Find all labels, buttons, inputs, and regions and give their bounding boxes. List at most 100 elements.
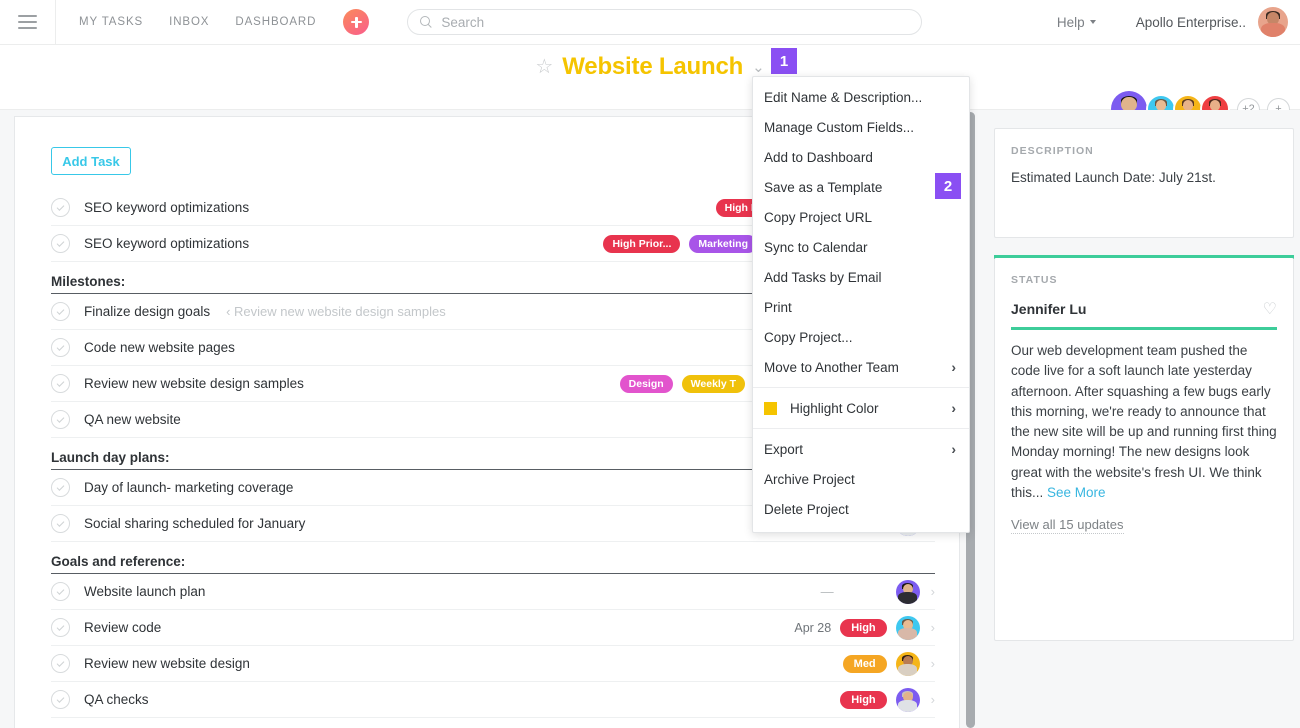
task-dependency[interactable]: ‹ Review new website design samples [226,304,446,319]
task-name[interactable]: Social sharing scheduled for January [84,516,305,531]
chevron-right-icon[interactable]: › [931,620,935,635]
chevron-right-icon: › [951,400,956,416]
status-body: Our web development team pushed the code… [1011,341,1277,503]
section-label: Milestones: [51,274,126,289]
menu-item-sync-to-calendar[interactable]: Sync to Calendar [753,232,969,262]
search-input[interactable]: Search [407,9,923,35]
avatar[interactable] [895,615,920,640]
top-right-group: Help Apollo Enterprise.. [1057,7,1300,37]
menu-item-add-tasks-by-email[interactable]: Add Tasks by Email [753,262,969,292]
status-body-text: Our web development team pushed the code… [1011,343,1277,500]
nav-inbox[interactable]: INBOX [156,10,222,34]
complete-task-checkbox[interactable] [51,478,70,497]
section-label: Goals and reference: [51,554,186,569]
priority-badge[interactable]: High [840,618,887,637]
task-name[interactable]: Day of launch- marketing coverage [84,480,293,495]
due-date[interactable]: Apr 28 [794,621,831,635]
menu-item-label: Move to Another Team [764,359,899,375]
avatar[interactable] [895,579,920,604]
top-navigation-bar: MY TASKS INBOX DASHBOARD Search Help Apo… [0,0,1300,45]
task-name[interactable]: Review code [84,620,161,635]
complete-task-checkbox[interactable] [51,302,70,321]
nav-dashboard[interactable]: DASHBOARD [222,10,329,34]
avatar[interactable] [895,651,920,676]
see-more-link[interactable]: See More [1047,485,1106,500]
task-name[interactable]: QA checks [84,692,149,707]
status-badge[interactable]: High Prior... [603,234,681,253]
menu-item-export[interactable]: Export › [753,434,969,464]
main-content: Add Task SEO keyword optimizations High … [0,110,1300,728]
menu-item-copy-project[interactable]: Copy Project... [753,322,969,352]
row-meta: Design Weekly T [619,374,745,393]
chevron-right-icon[interactable]: › [931,656,935,671]
task-name[interactable]: Website launch plan [84,584,205,599]
quick-add-button[interactable] [343,9,370,35]
table-row[interactable]: Website launch plan — › [51,574,935,610]
menu-item-archive-project[interactable]: Archive Project [753,464,969,494]
section-header[interactable]: Goals and reference: [51,542,935,574]
star-outline-icon[interactable]: ☆ [535,57,553,77]
avatar[interactable] [1258,7,1288,37]
chevron-right-icon[interactable]: › [931,692,935,707]
avatar[interactable] [895,687,920,712]
status-badge[interactable]: Marketing [689,234,757,253]
menu-item-label: Export [764,441,804,457]
complete-task-checkbox[interactable] [51,410,70,429]
page-title[interactable]: Website Launch [562,53,743,81]
task-name[interactable]: Finalize design goals [84,304,210,319]
help-menu[interactable]: Help [1057,15,1096,30]
organization-menu[interactable]: Apollo Enterprise.. [1136,15,1246,30]
complete-task-checkbox[interactable] [51,234,70,253]
table-row[interactable]: Review code Apr 28 High › [51,610,935,646]
menu-divider [753,428,969,429]
nav-my-tasks[interactable]: MY TASKS [66,10,156,34]
chevron-right-icon[interactable]: › [931,584,935,599]
hamburger-icon[interactable] [0,0,56,45]
menu-item-copy-project-url[interactable]: Copy Project URL [753,202,969,232]
complete-task-checkbox[interactable] [51,582,70,601]
task-name[interactable]: Code new website pages [84,340,235,355]
menu-item-manage-custom-fields[interactable]: Manage Custom Fields... [753,112,969,142]
table-row[interactable]: QA checks High › [51,682,935,718]
task-name[interactable]: QA new website [84,412,181,427]
menu-item-move-to-another-team[interactable]: Move to Another Team › [753,352,969,382]
task-name[interactable]: SEO keyword optimizations [84,200,249,215]
table-row[interactable]: Review new website design Med › [51,646,935,682]
complete-task-checkbox[interactable] [51,514,70,533]
priority-badge[interactable]: Med [842,654,887,673]
due-date[interactable]: — [821,584,835,599]
view-all-updates-link[interactable]: View all 15 updates [1011,517,1124,534]
description-card: DESCRIPTION Estimated Launch Date: July … [994,128,1294,238]
complete-task-checkbox[interactable] [51,338,70,357]
status-label: STATUS [1011,274,1058,286]
task-name[interactable]: Review new website design samples [84,376,304,391]
task-name[interactable]: Review new website design [84,656,250,671]
complete-task-checkbox[interactable] [51,618,70,637]
chevron-right-icon: › [951,441,956,457]
annotation-marker-2: 2 [935,173,961,199]
menu-item-add-to-dashboard[interactable]: Add to Dashboard [753,142,969,172]
project-menu-chevron-down-icon[interactable]: ⌄ [752,58,765,76]
menu-item-edit-name-description[interactable]: Edit Name & Description... [753,82,969,112]
search-placeholder: Search [441,14,485,30]
complete-task-checkbox[interactable] [51,198,70,217]
add-task-button[interactable]: Add Task [51,147,131,175]
search-icon [420,15,433,29]
row-meta: Apr 28 High › [794,615,935,640]
menu-item-print[interactable]: Print [753,292,969,322]
description-label: DESCRIPTION [1011,145,1094,157]
priority-badge[interactable]: High [840,690,887,709]
heart-outline-icon[interactable]: ♡ [1263,299,1277,319]
task-name[interactable]: SEO keyword optimizations [84,236,249,251]
status-badge[interactable]: Weekly T [681,374,745,393]
menu-item-delete-project[interactable]: Delete Project [753,494,969,524]
complete-task-checkbox[interactable] [51,654,70,673]
project-actions-menu: Edit Name & Description... Manage Custom… [752,76,970,533]
menu-item-highlight-color[interactable]: Highlight Color › [753,393,969,423]
complete-task-checkbox[interactable] [51,374,70,393]
complete-task-checkbox[interactable] [51,690,70,709]
section-label: Launch day plans: [51,450,170,465]
status-badge[interactable]: Design [619,374,673,393]
row-meta: Med › [842,651,935,676]
description-text[interactable]: Estimated Launch Date: July 21st. [1011,169,1277,188]
